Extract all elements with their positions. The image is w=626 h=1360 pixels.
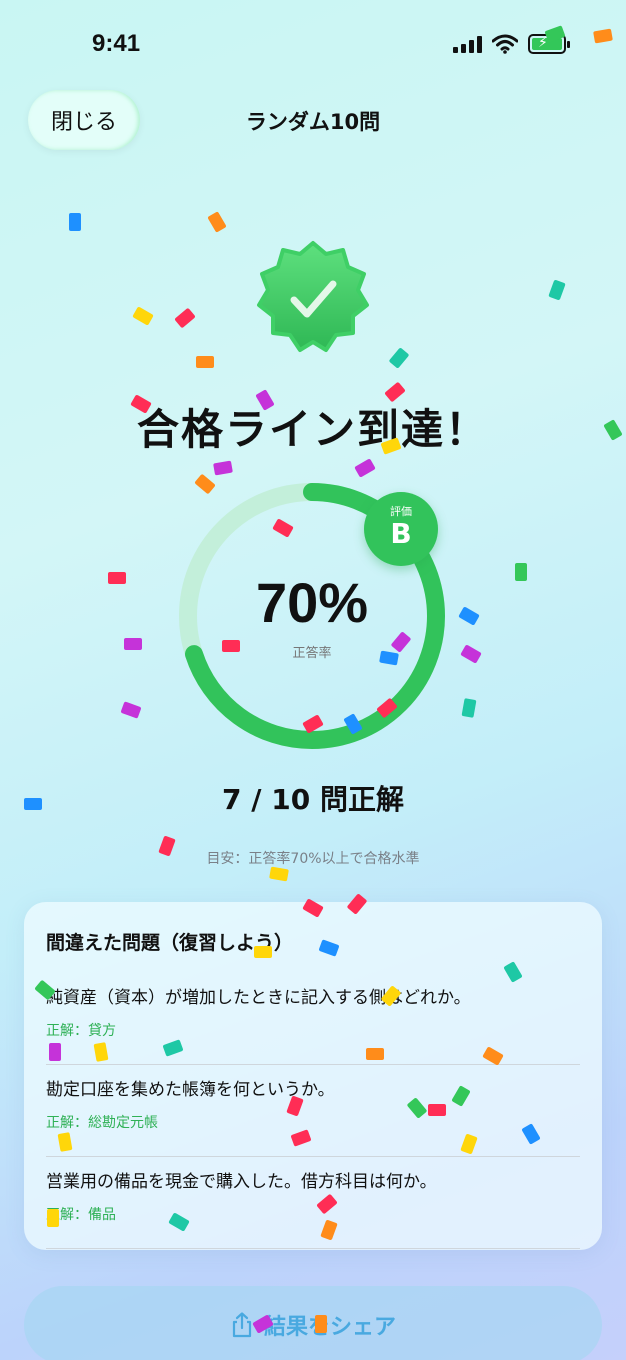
battery-charging-icon: ⚡ — [528, 34, 570, 54]
confetti-piece — [174, 307, 196, 329]
mistake-answer: 正解：貸方 — [46, 1023, 116, 1039]
confetti-piece — [515, 563, 527, 581]
confetti-piece — [120, 701, 142, 719]
mistake-item[interactable]: 勘定口座を集めた帳簿を何というか。 正解：総勘定元帳 — [46, 1065, 580, 1157]
confetti-piece — [108, 572, 126, 584]
confetti-piece — [213, 460, 233, 476]
confetti-piece — [461, 698, 477, 718]
pass-hint: 目安：正答率70%以上で合格水準 — [206, 851, 420, 867]
score-percent: 70% — [255, 571, 369, 634]
status-time: 9:41 — [92, 30, 141, 57]
confetti-piece — [548, 279, 566, 301]
status-bar: 9:41 ⚡ — [0, 0, 626, 90]
wifi-icon — [492, 34, 518, 54]
confetti-piece — [124, 638, 142, 650]
mistake-item[interactable]: 純資産（資本）が増加したときに記入する側はどれか。 正解：貸方 — [46, 973, 580, 1065]
confetti-piece — [388, 347, 410, 369]
share-button-label: 結果をシェア — [263, 1315, 396, 1340]
confetti-piece — [132, 306, 154, 326]
mistake-question: 勘定口座を集めた帳簿を何というか。 — [46, 1080, 335, 1100]
confetti-piece — [458, 606, 480, 626]
mistake-answer: 正解：備品 — [46, 1207, 116, 1223]
mistake-question: 営業用の備品を現金で購入した。借方科目は何か。 — [46, 1172, 437, 1192]
mistakes-title: 間違えた問題（復習しよう） — [46, 932, 294, 954]
mistakes-card: 間違えた問題（復習しよう） 純資産（資本）が増加したときに記入する側はどれか。 … — [24, 902, 602, 1250]
confetti-piece — [460, 644, 482, 664]
cellular-signal-icon — [453, 35, 482, 53]
score-count: 7 / 10 問正解 — [222, 783, 404, 816]
checkmark-seal-icon — [257, 241, 369, 352]
mistake-question: 純資産（資本）が増加したときに記入する側はどれか。 — [46, 988, 471, 1008]
confetti-piece — [207, 211, 227, 233]
confetti-piece — [196, 356, 214, 368]
confetti-piece — [354, 458, 376, 478]
page-title: ランダム10問 — [245, 110, 381, 134]
score-percent-label: 正答率 — [292, 646, 332, 661]
mistake-item[interactable]: 営業用の備品を現金で購入した。借方科目は何か。 正解：備品 — [46, 1157, 580, 1249]
mistake-answer: 正解：総勘定元帳 — [46, 1115, 158, 1131]
share-icon — [232, 1312, 252, 1338]
confetti-piece — [269, 866, 289, 882]
share-button[interactable]: 結果をシェア — [24, 1286, 602, 1360]
confetti-piece — [69, 213, 81, 231]
result-headline: 合格ライン到達！ — [136, 405, 489, 454]
grade-badge: 評価 B — [364, 492, 438, 566]
grade-value: B — [390, 517, 412, 550]
status-icons: ⚡ — [453, 34, 570, 54]
nav-bar: 閉じる ランダム10問 — [0, 90, 626, 150]
